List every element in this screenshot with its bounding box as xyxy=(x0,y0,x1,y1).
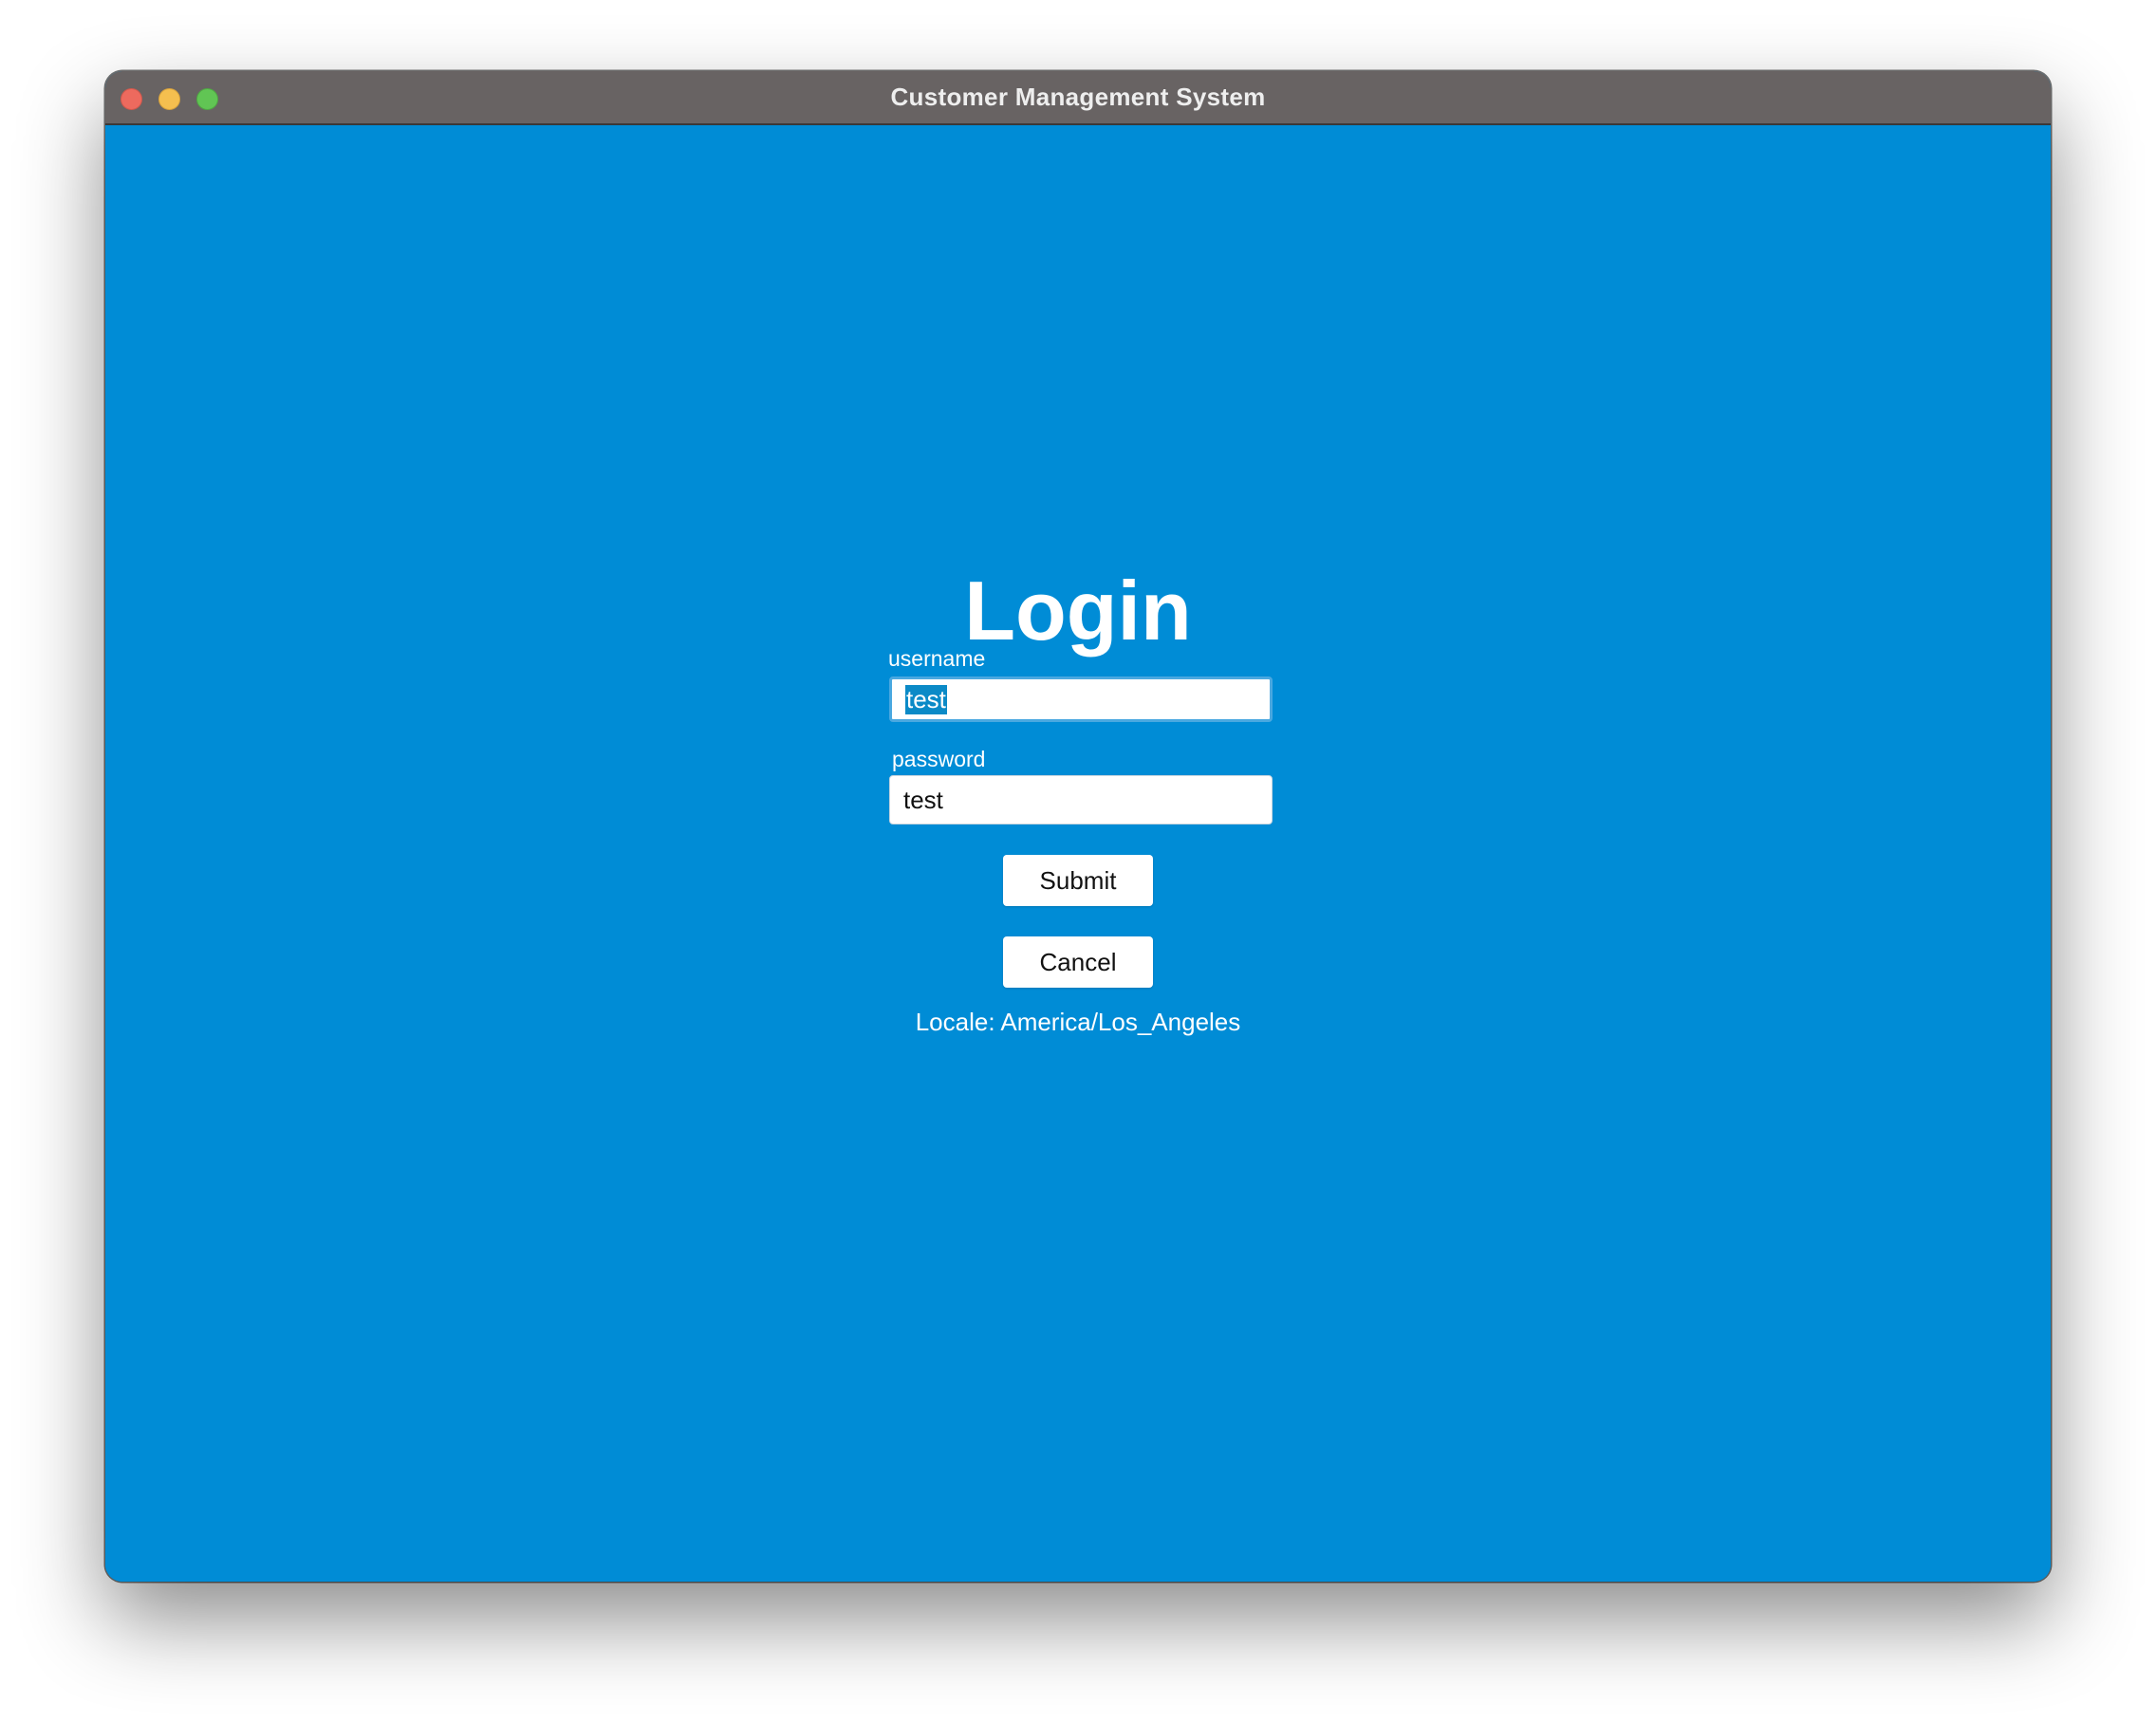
username-label: username xyxy=(888,646,986,671)
login-panel: Login username test password test Submit… xyxy=(105,125,2051,1582)
submit-button[interactable]: Submit xyxy=(1003,855,1153,906)
cancel-button[interactable]: Cancel xyxy=(1003,936,1153,988)
username-value: test xyxy=(905,684,947,714)
title-bar[interactable]: Customer Management System xyxy=(105,71,2051,125)
window-title: Customer Management System xyxy=(890,83,1266,111)
locale-text: Locale: America/Los_Angeles xyxy=(915,1008,1241,1036)
password-label: password xyxy=(892,747,986,771)
password-field[interactable]: test xyxy=(889,775,1273,824)
app-window: Customer Management System Login usernam… xyxy=(105,71,2051,1582)
password-value: test xyxy=(903,785,943,814)
username-field[interactable]: test xyxy=(889,676,1273,722)
login-heading: Login xyxy=(964,564,1192,658)
